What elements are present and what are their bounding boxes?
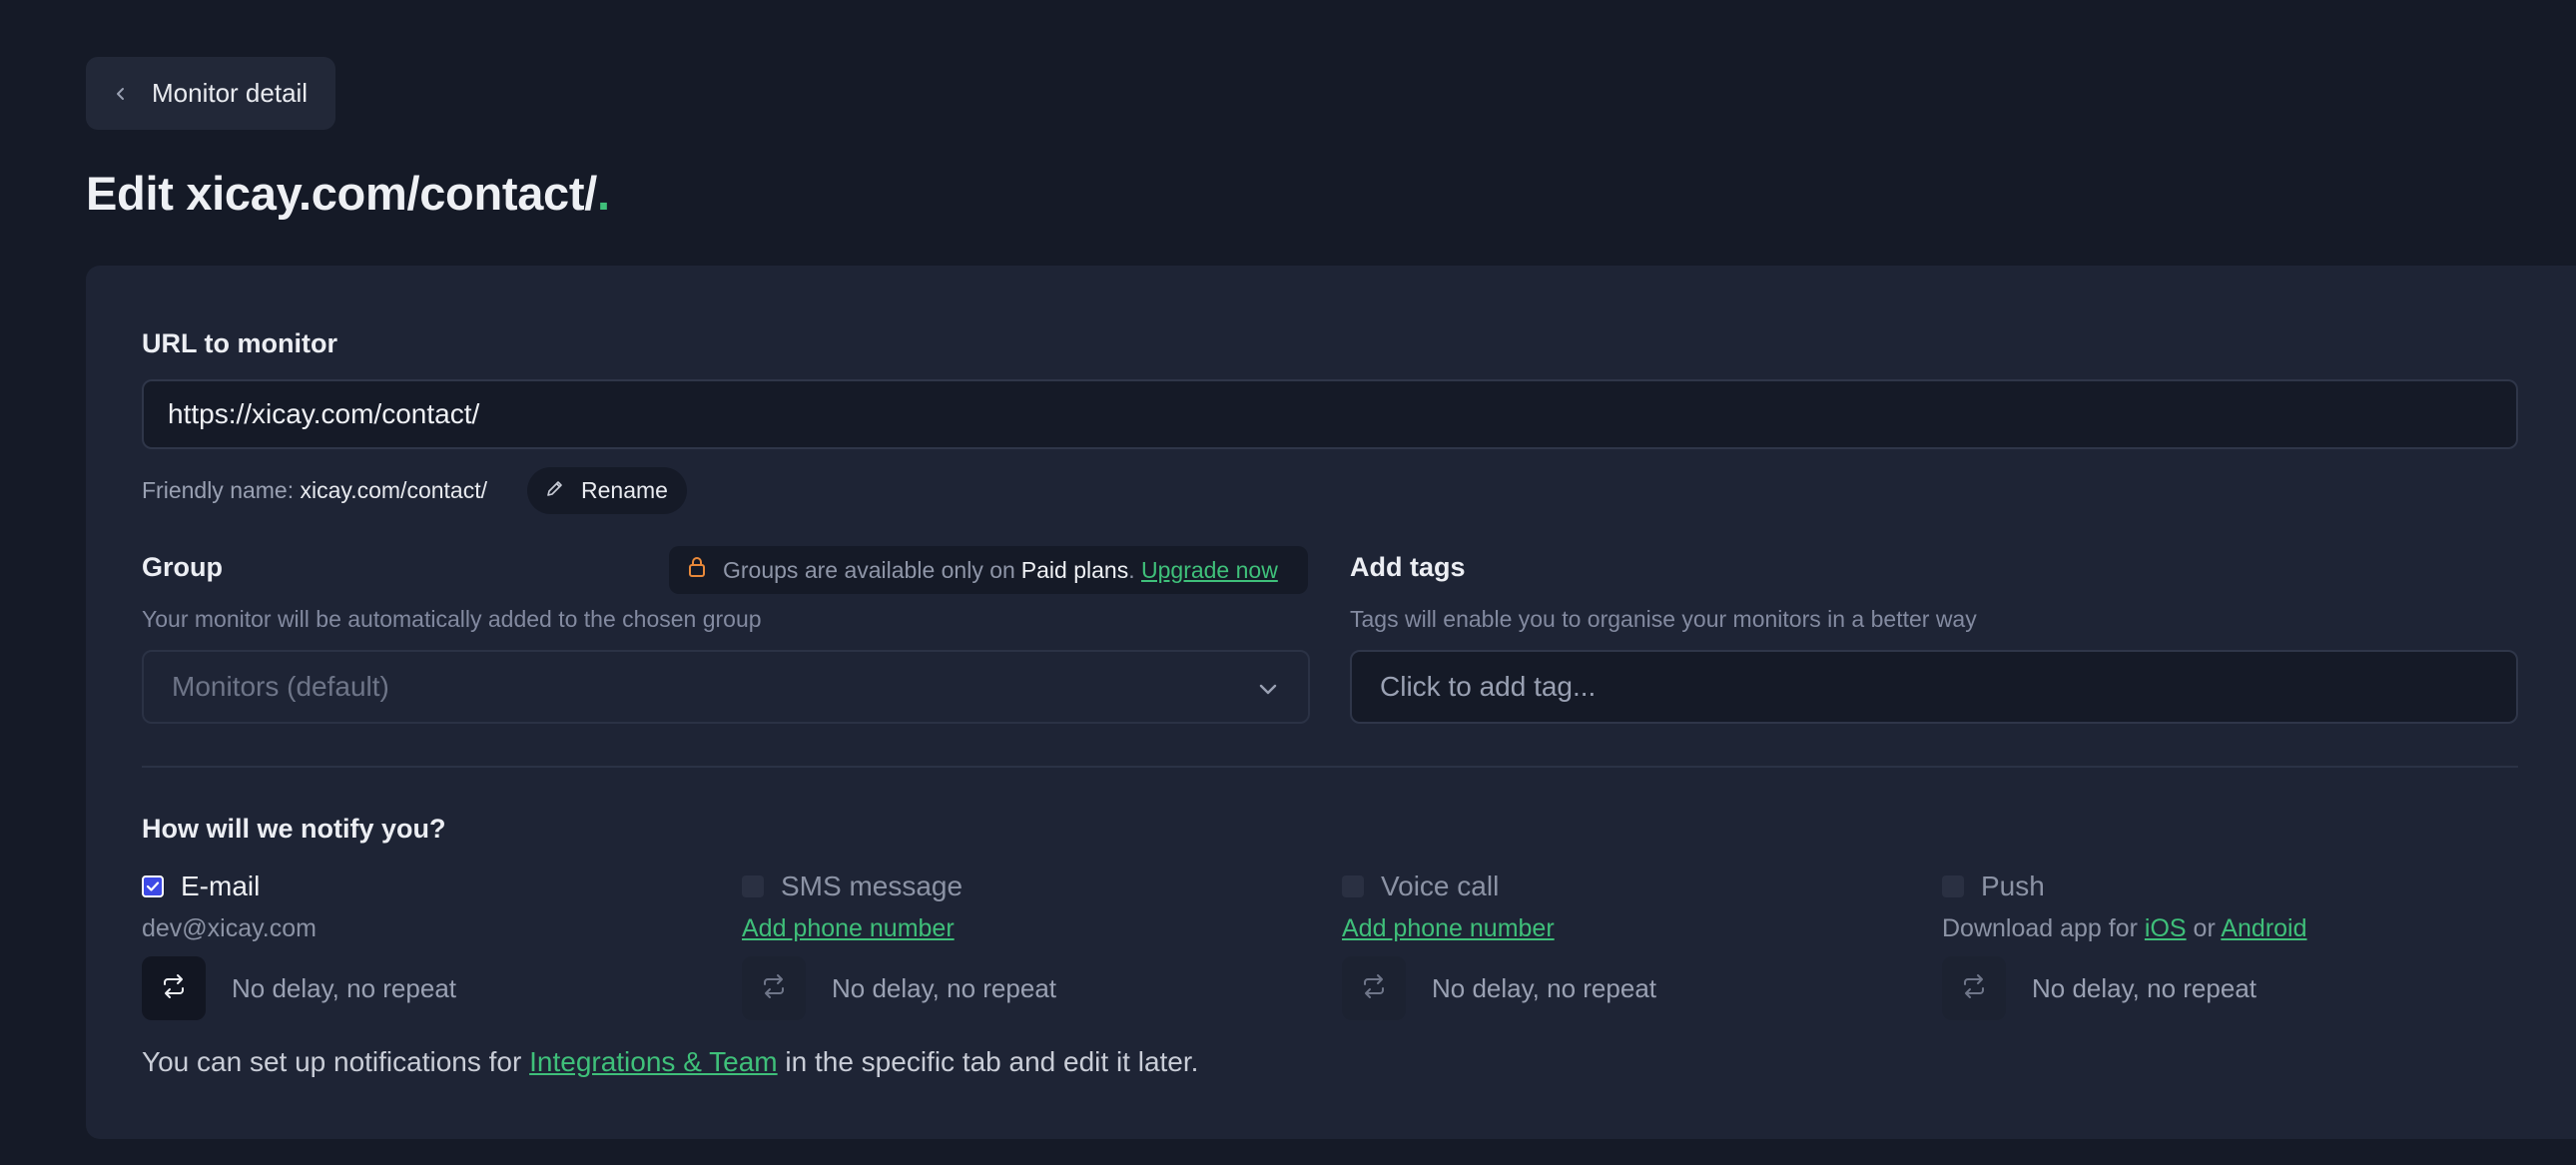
push-download-prefix: Download app for — [1942, 914, 2145, 942]
group-hint: Your monitor will be automatically added… — [142, 606, 762, 632]
notify-footer-note: You can set up notifications for Integra… — [142, 1046, 1198, 1078]
pencil-icon — [545, 477, 581, 504]
tags-input-placeholder: Click to add tag... — [1380, 671, 1597, 702]
url-input-value: https://xicay.com/contact/ — [168, 398, 480, 429]
voice-repeat-button[interactable] — [1342, 956, 1406, 1020]
page-title-prefix: Edit — [86, 167, 187, 220]
push-download-line: Download app for iOS or Android — [1942, 914, 2501, 946]
repeat-icon — [1959, 971, 1989, 1006]
notice-paid-plans: Paid plans — [1020, 556, 1129, 583]
android-link[interactable]: Android — [2221, 914, 2306, 942]
rename-button-label: Rename — [581, 477, 668, 503]
push-checkbox[interactable] — [1942, 875, 1964, 897]
notify-channel-sms: SMS message Add phone number No delay, n… — [742, 869, 1301, 1020]
repeat-icon — [1359, 971, 1389, 1006]
group-select-value: Monitors (default) — [172, 671, 389, 702]
page-title-dot: . — [597, 167, 610, 220]
footer-suffix: in the specific tab and edit it later. — [777, 1046, 1199, 1077]
url-label: URL to monitor — [142, 328, 337, 358]
integrations-team-link[interactable]: Integrations & Team — [529, 1046, 778, 1077]
voice-add-phone-link[interactable]: Add phone number — [1342, 914, 1555, 942]
repeat-icon — [759, 971, 789, 1006]
sms-repeat-button[interactable] — [742, 956, 806, 1020]
groups-paid-notice: Groups are available only on Paid plans. … — [669, 546, 1308, 594]
tags-input[interactable]: Click to add tag... — [1350, 650, 2518, 724]
sms-repeat-text: No delay, no repeat — [832, 972, 1056, 1003]
email-repeat-text: No delay, no repeat — [232, 972, 456, 1003]
sms-add-phone-link[interactable]: Add phone number — [742, 914, 955, 942]
email-repeat-button[interactable] — [142, 956, 206, 1020]
push-download-or: or — [2186, 914, 2222, 942]
repeat-icon — [159, 971, 189, 1006]
upgrade-now-link[interactable]: Upgrade now — [1141, 557, 1278, 584]
notice-period: . — [1128, 556, 1135, 583]
chevron-down-icon — [1256, 676, 1280, 708]
friendly-name: Friendly name: xicay.com/contact/ — [142, 477, 487, 504]
tags-hint: Tags will enable you to organise your mo… — [1350, 606, 1977, 632]
push-repeat-text: No delay, no repeat — [2032, 972, 2256, 1003]
group-label: Group — [142, 552, 223, 582]
notify-channel-push: Push Download app for iOS or Android No … — [1942, 869, 2501, 1020]
email-checkbox[interactable] — [142, 875, 164, 897]
ios-link[interactable]: iOS — [2145, 914, 2187, 942]
group-select[interactable]: Monitors (default) — [142, 650, 1310, 724]
email-label: E-mail — [181, 871, 261, 901]
voice-label: Voice call — [1381, 871, 1500, 901]
back-button-label: Monitor detail — [152, 78, 309, 108]
notify-channel-voice: Voice call Add phone number No delay, no… — [1342, 869, 1901, 1020]
notice-text: Groups are available only on — [723, 556, 1015, 583]
page-title: Edit xicay.com/contact/. — [86, 166, 610, 221]
url-input[interactable]: https://xicay.com/contact/ — [142, 379, 2518, 449]
sms-checkbox[interactable] — [742, 875, 764, 897]
email-address: dev@xicay.com — [142, 914, 317, 942]
sms-label: SMS message — [781, 871, 964, 901]
voice-repeat-text: No delay, no repeat — [1432, 972, 1656, 1003]
page-title-monitor-name: xicay.com/contact/ — [186, 167, 598, 220]
chevron-left-icon — [114, 84, 134, 104]
rename-button[interactable]: Rename — [527, 467, 687, 514]
section-divider — [142, 766, 2518, 768]
back-to-monitor-detail-button[interactable]: Monitor detail — [86, 57, 335, 130]
voice-checkbox[interactable] — [1342, 875, 1364, 897]
tags-label: Add tags — [1350, 552, 1466, 582]
friendly-name-value: xicay.com/contact/ — [300, 477, 487, 503]
notify-channel-email: E-mail dev@xicay.com No delay, no repeat — [142, 869, 701, 1020]
notify-heading: How will we notify you? — [142, 814, 446, 844]
lock-icon — [687, 555, 723, 585]
footer-prefix: You can set up notifications for — [142, 1046, 530, 1077]
push-label: Push — [1981, 871, 2045, 901]
push-repeat-button[interactable] — [1942, 956, 2006, 1020]
friendly-name-prefix: Friendly name: — [142, 477, 301, 503]
